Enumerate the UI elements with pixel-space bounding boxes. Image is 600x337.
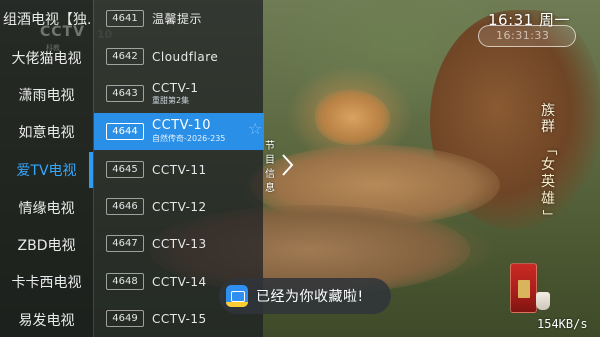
clock-ghost-time: 16:31:33 [496,29,550,42]
channel-number-badge: 4641 [106,10,144,27]
program-title-text: 女英雄 [541,157,555,207]
channel-number-badge: 4647 [106,235,144,252]
channel-item[interactable]: 4646 CCTV-12 [94,188,264,225]
channel-number-badge: 4643 [106,85,144,102]
category-item[interactable]: 卡卡西电视 [0,263,93,300]
program-title-overlay-line1: 族群 [541,103,555,135]
category-label: 如意电视 [18,124,75,141]
category-item[interactable]: 易发电视 [0,301,93,337]
app-tv-icon [226,285,248,307]
channel-name: CCTV-12 [152,199,207,214]
channel-name: CCTV-15 [152,311,207,326]
channel-item-active[interactable]: 4644 CCTV-10 自然传奇-2026-235 [94,113,264,150]
category-label: 潇雨电视 [18,87,75,104]
channel-name: CCTV-1 [152,81,199,95]
channel-item[interactable]: 4647 CCTV-13 [94,225,264,262]
category-item[interactable]: 潇雨电视 [0,76,93,113]
ad-product-bottle [510,263,537,313]
channel-watermark-logo: CCTV [40,24,85,40]
program-title-overlay-line2: 「女英雄」 [540,141,557,224]
category-item[interactable]: 如意电视 [0,113,93,150]
category-item-active[interactable]: 爱TV电视 [0,151,93,188]
channel-name: CCTV-13 [152,236,207,251]
video-lioness-head [315,90,390,145]
network-speed: 154KB/s [537,317,588,331]
channel-now-playing: 自然传奇-2026-235 [152,134,226,143]
channel-number-badge: 4642 [106,48,144,65]
channel-name: CCTV-14 [152,274,207,289]
channel-item[interactable]: 4642 Cloudflare [94,38,264,75]
channel-item[interactable]: 4645 CCTV-11 [94,151,264,188]
category-item[interactable]: ZBD电视 [0,226,93,263]
category-label: 卡卡西电视 [11,274,82,291]
channel-number-badge: 4648 [106,273,144,290]
chevron-right-icon[interactable] [280,153,294,177]
category-label: 爱TV电视 [16,162,77,179]
channel-name: CCTV-11 [152,162,207,177]
favorite-star-icon[interactable]: ☆ [248,119,262,138]
favorite-toast: 已经为你收藏啦! [219,278,391,314]
channel-number-badge: 4645 [106,161,144,178]
channel-now-playing: 重甜第2集 [152,96,190,105]
channel-item[interactable]: 4641 温馨提示 [94,0,264,37]
channel-number-badge: 4646 [106,198,144,215]
program-info-tab[interactable]: 节目信息 [264,140,276,196]
toast-message: 已经为你收藏啦! [256,289,364,305]
category-label: 情缘电视 [18,200,75,217]
category-item[interactable]: 情缘电视 [0,189,93,226]
channel-name: CCTV-10 [152,118,211,133]
channel-name: Cloudflare [152,49,219,64]
ad-product-cup [536,292,550,310]
channel-item[interactable]: 4643 CCTV-1 重甜第2集 [94,75,264,112]
channel-number-badge: 4644 [106,123,144,140]
category-label: 易发电视 [18,312,75,329]
channel-name: 温馨提示 [152,11,203,26]
category-label: ZBD电视 [17,237,76,254]
channel-watermark-sub: 科教 [46,44,60,52]
channel-number-badge: 4649 [106,310,144,327]
